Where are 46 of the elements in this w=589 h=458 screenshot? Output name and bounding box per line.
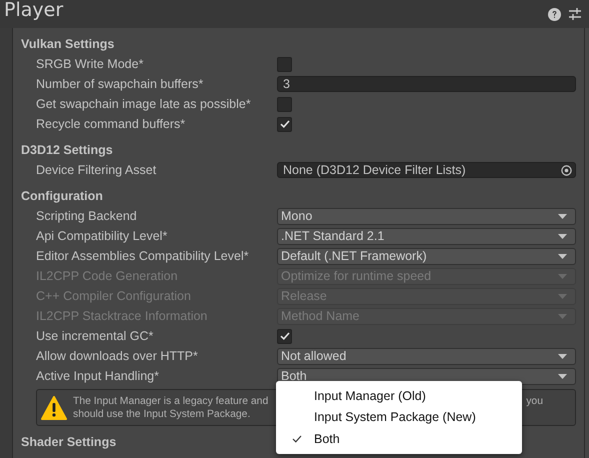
field-label: Get swapchain image late as possible* [35, 97, 252, 111]
dropdown[interactable]: .NET Standard 2.1 [277, 228, 576, 244]
menu-item[interactable]: Input System Package (New) [276, 406, 522, 428]
menu-item[interactable]: Input Manager (Old) [276, 385, 522, 406]
panel-title: Player [4, 0, 64, 21]
warning-text: you [526, 394, 543, 408]
caret-icon [558, 214, 567, 218]
caret-icon [558, 374, 567, 378]
caret-icon [558, 274, 567, 278]
caret-icon [558, 234, 567, 238]
check-icon [280, 120, 290, 128]
warning-text: The Input Manager is a legacy feature and [73, 394, 268, 408]
sliders-icon[interactable] [569, 8, 581, 20]
dropdown[interactable]: Not allowed [277, 348, 576, 364]
number-field[interactable]: 3 [277, 76, 576, 92]
checkbox[interactable] [277, 96, 292, 112]
checkbox[interactable] [277, 116, 292, 132]
checkbox[interactable] [277, 328, 292, 344]
caret-icon [558, 254, 567, 258]
dropdown[interactable]: Default (.NET Framework) [277, 248, 576, 264]
field-label: SRGB Write Mode* [35, 57, 144, 71]
field-label: Recycle command buffers* [35, 117, 186, 131]
section-heading: D3D12 Settings [21, 142, 113, 159]
checkbox[interactable] [277, 56, 292, 72]
target-icon[interactable] [561, 164, 572, 176]
field-label: Editor Assemblies Compatibility Level* [35, 249, 250, 263]
section-heading: Configuration [21, 188, 103, 205]
dropdown[interactable]: Mono [277, 208, 576, 224]
object-field[interactable]: None (D3D12 Device Filter Lists) [277, 162, 576, 178]
field-label: Scripting Backend [35, 209, 138, 223]
caret-icon [558, 354, 567, 358]
caret-icon [558, 314, 567, 318]
field-label: Active Input Handling* [35, 369, 160, 383]
warning-icon [41, 396, 67, 420]
section-heading: Shader Settings [21, 434, 116, 451]
warning-text: should use the Input System Package. [73, 408, 250, 420]
field-label: Allow downloads over HTTP* [35, 349, 199, 363]
check-icon [280, 332, 290, 340]
field-label: Device Filtering Asset [35, 163, 158, 177]
caret-icon [558, 294, 567, 298]
menu-item[interactable]: Both [276, 428, 522, 450]
help-icon[interactable] [548, 8, 561, 20]
section-heading: Vulkan Settings [21, 36, 114, 53]
field-label: Api Compatibility Level* [35, 229, 168, 243]
field-label: Number of swapchain buffers* [35, 77, 204, 91]
field-label: Use incremental GC* [35, 329, 154, 343]
